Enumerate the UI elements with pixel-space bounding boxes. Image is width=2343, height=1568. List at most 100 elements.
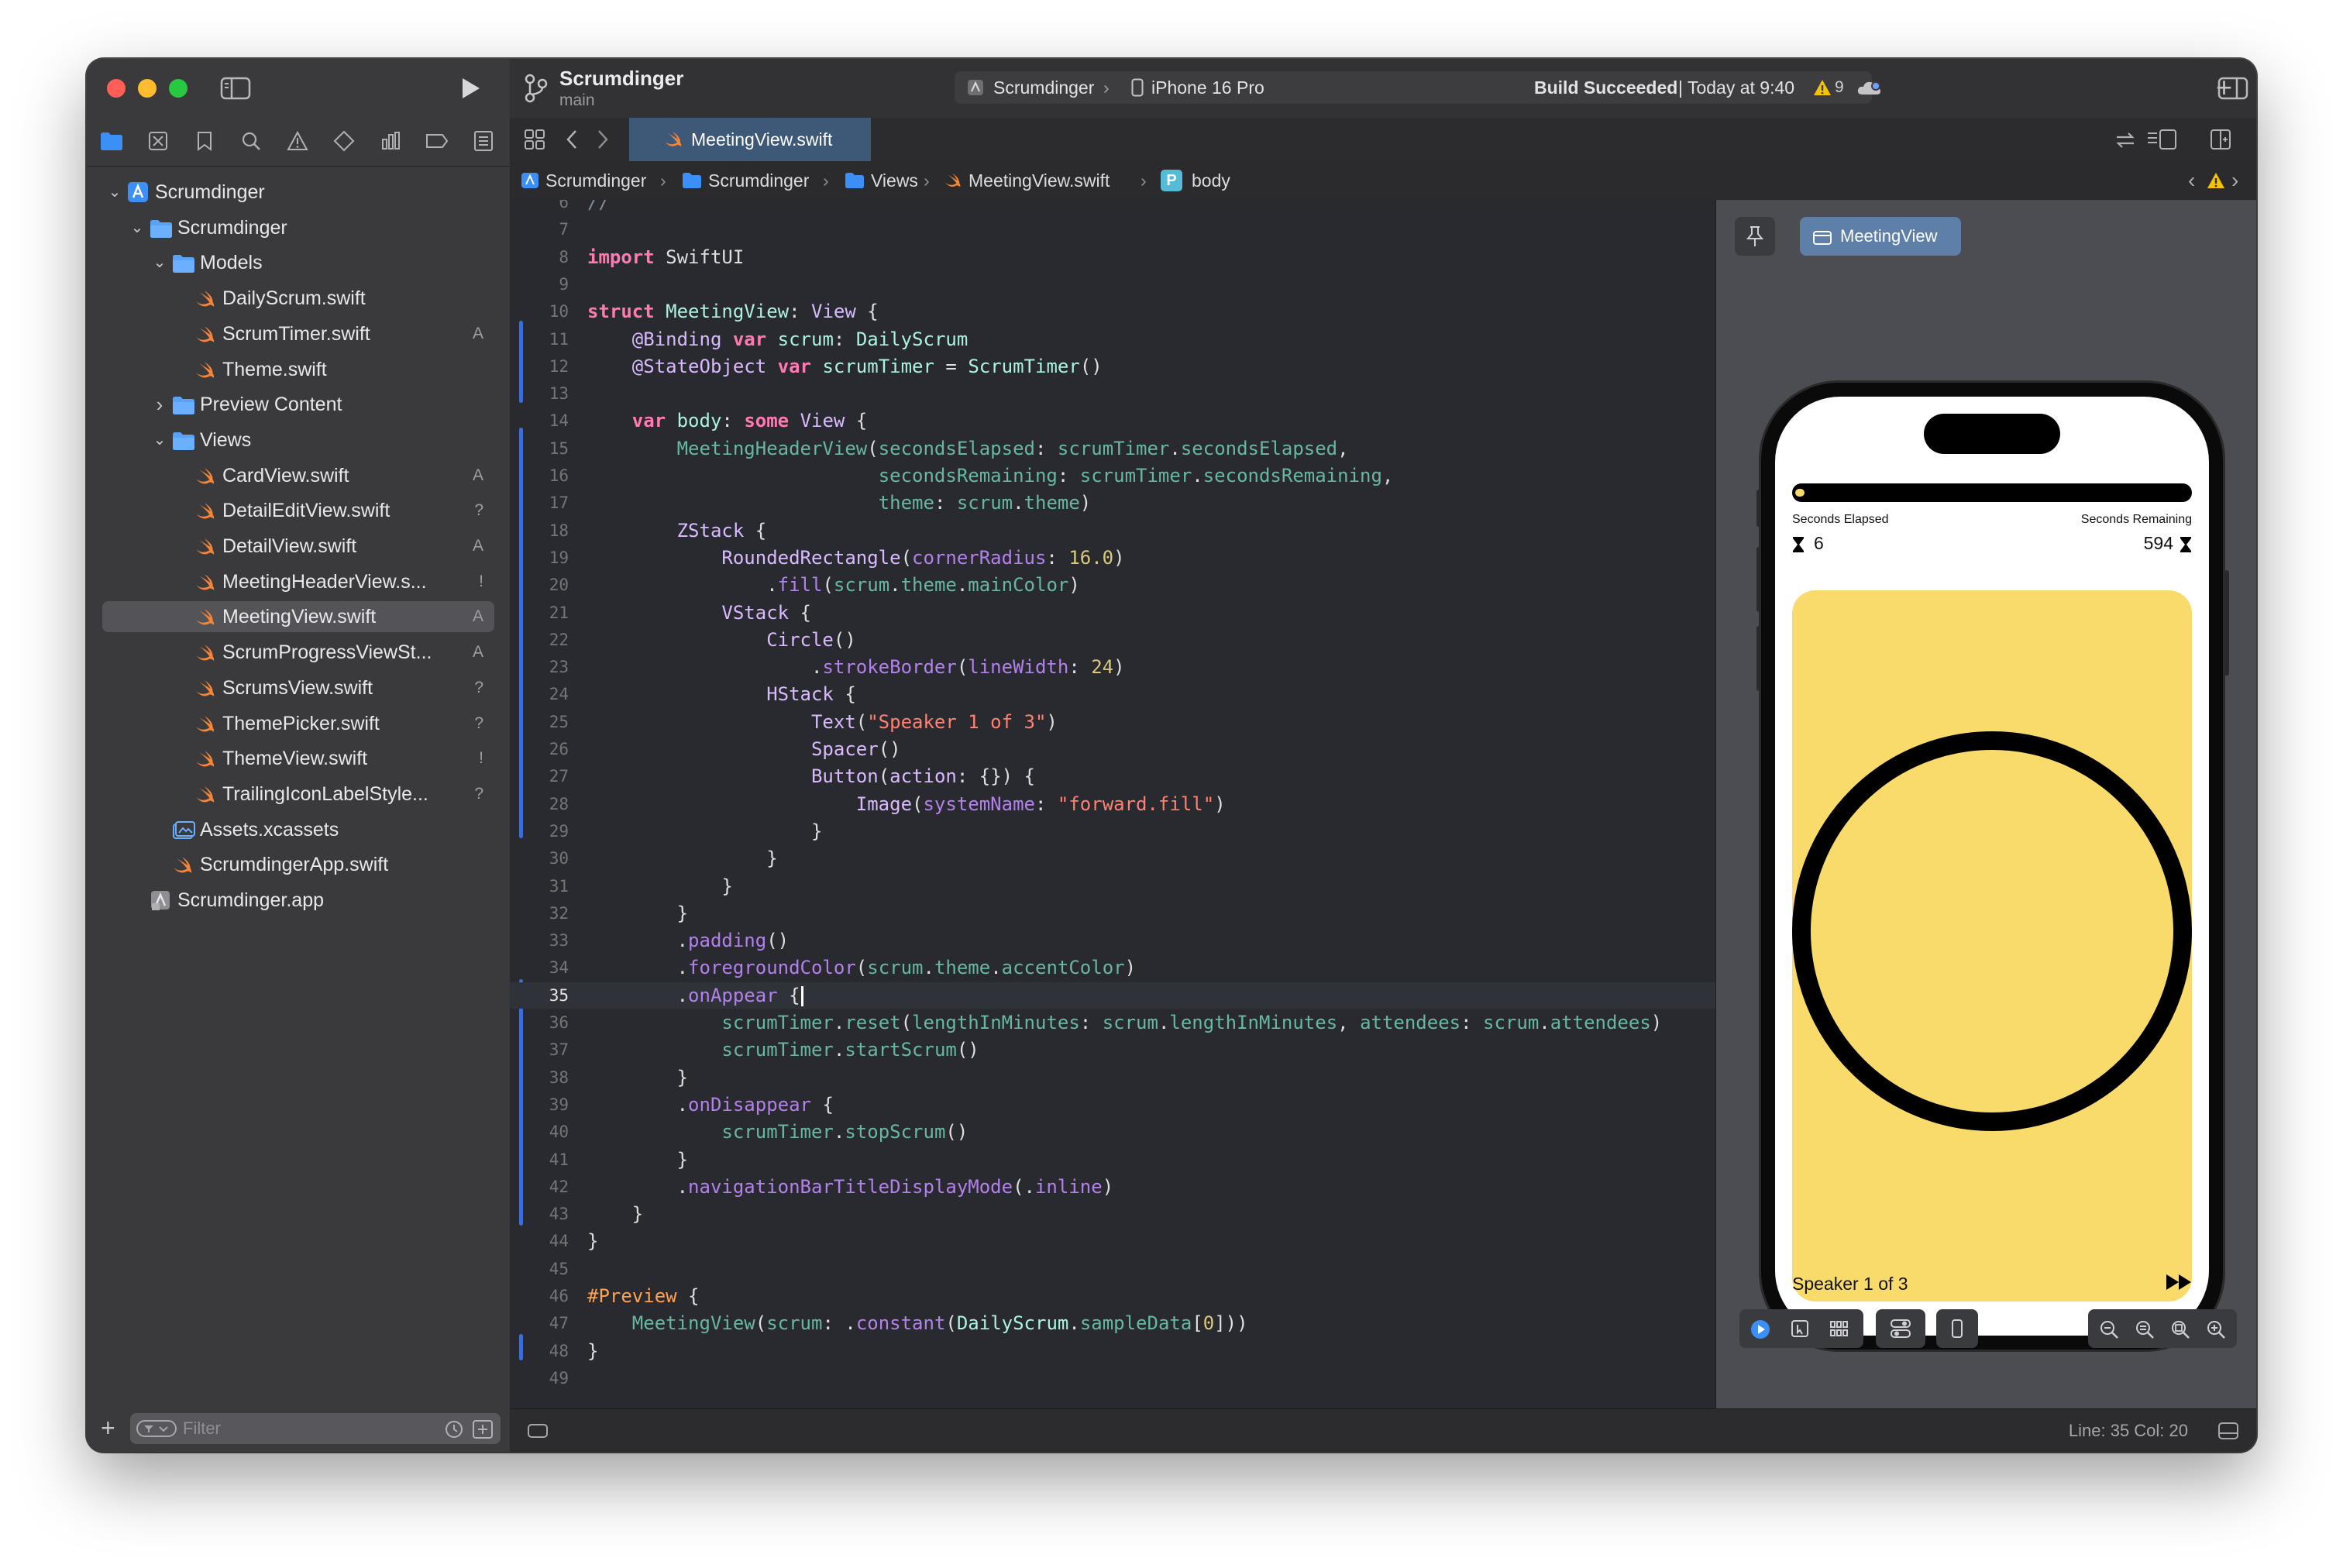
file-tree-row[interactable]: MeetingView.swift A [102,601,494,633]
zoom-to-fit-icon[interactable] [2170,1319,2190,1339]
code-line[interactable]: 9 [510,271,1715,297]
file-tree-row[interactable]: ScrumTimer.swift A [102,318,494,349]
code-line[interactable]: 38 } [510,1064,1715,1091]
close-window-button[interactable] [107,79,126,98]
file-tree-row[interactable]: ScrumProgressViewSt... A [102,637,494,668]
report-navigator-icon[interactable] [470,127,497,155]
issue-navigator-icon[interactable] [284,127,311,155]
file-tree-row[interactable]: Theme.swift [102,354,494,385]
code-line[interactable]: 11 @Binding var scrum: DailyScrum [510,326,1715,352]
code-line[interactable]: 10 struct MeetingView: View { [510,298,1715,325]
warning-count[interactable]: 9 [1835,71,1844,104]
tab-meetingview-swift[interactable]: MeetingView.swift [629,118,871,161]
code-line[interactable]: 17 theme: scrum.theme) [510,490,1715,516]
code-line[interactable]: 46 #Preview { [510,1283,1715,1309]
minimap-toggle-icon[interactable] [527,1423,549,1439]
test-navigator-icon[interactable] [330,127,358,155]
code-line[interactable]: 6 // [510,200,1715,215]
breadcrumb-item[interactable]: Views [871,161,918,200]
code-line[interactable]: 16 secondsRemaining: scrumTimer.secondsR… [510,462,1715,489]
code-line[interactable]: 35 .onAppear { [510,982,1715,1009]
selectable-mode-icon[interactable] [1791,1319,1809,1338]
related-items-icon[interactable] [524,129,545,150]
refresh-icon[interactable] [2114,130,2137,150]
branch-icon[interactable] [524,73,549,104]
live-preview-icon[interactable] [1750,1319,1770,1339]
code-line[interactable]: 31 } [510,873,1715,899]
code-line[interactable]: 24 HStack { [510,681,1715,707]
code-line[interactable]: 25 Text("Speaker 1 of 3") [510,709,1715,735]
breadcrumb-item[interactable]: MeetingView.swift [969,161,1110,200]
file-tree-row[interactable]: DetailView.swift A [102,531,494,562]
find-navigator-icon[interactable] [237,127,265,155]
code-line[interactable]: 45 [510,1256,1715,1282]
file-tree-row[interactable]: ⌄ Models [102,247,494,278]
code-line[interactable]: 20 .fill(scrum.theme.mainColor) [510,572,1715,598]
editor-options-icon[interactable] [2146,129,2177,150]
code-line[interactable]: 13 [510,380,1715,407]
canvas-settings-button[interactable] [1876,1309,1925,1348]
disclosure-chevron-down-icon[interactable]: ⌄ [105,177,124,208]
forward-chevron-icon[interactable] [595,129,611,150]
sidebar-toggle-icon[interactable] [220,76,251,101]
code-line[interactable]: 40 scrumTimer.stopScrum() [510,1119,1715,1145]
minimize-window-button[interactable] [138,79,157,98]
code-line[interactable]: 44} [510,1228,1715,1254]
file-tree-row[interactable]: ScrumsView.swift? [102,672,494,703]
add-file-icon[interactable]: + [101,1415,122,1440]
code-line[interactable]: 14 var body: some View { [510,407,1715,434]
file-tree-row[interactable]: DailyScrum.swift [102,283,494,314]
bookmark-navigator-icon[interactable] [191,127,218,155]
next-issue-icon[interactable]: › [2231,161,2238,200]
code-line[interactable]: 29 } [510,818,1715,844]
branch-name[interactable]: main [559,91,595,110]
file-tree-row[interactable]: ⌄ Scrumdinger [102,212,494,243]
code-line[interactable]: 41 } [510,1147,1715,1173]
code-line[interactable]: 12 @StateObject var scrumTimer = ScrumTi… [510,353,1715,380]
file-tree-row[interactable]: ThemePicker.swift? [102,708,494,739]
code-line[interactable]: 18 ZStack { [510,518,1715,544]
split-editor-icon[interactable] [2210,129,2231,150]
file-tree-row[interactable]: Assets.xcassets [102,814,494,845]
file-tree-row[interactable]: › Preview Content [102,389,494,420]
source-control-filter-icon[interactable] [473,1420,493,1439]
code-line[interactable]: 26 Spacer() [510,736,1715,762]
inspector-toggle-icon[interactable] [2217,76,2248,101]
disclosure-chevron-down-icon[interactable]: ⌄ [150,425,169,456]
filter-options-icon[interactable] [136,1420,177,1437]
file-tree-row[interactable]: ScrumdingerApp.swift [102,849,494,880]
file-tree-row[interactable]: Scrumdinger.app [102,885,494,916]
zoom-in-icon[interactable] [2206,1319,2226,1339]
code-line[interactable]: 43 } [510,1201,1715,1227]
disclosure-chevron-down-icon[interactable]: ⌄ [128,212,146,243]
destination-selector[interactable]: iPhone 16 Pro [1151,71,1264,104]
code-line[interactable]: 36 scrumTimer.reset(lengthInMinutes: scr… [510,1009,1715,1036]
file-tree-row[interactable]: CardView.swift A [102,460,494,491]
code-line[interactable]: 22 Circle() [510,627,1715,653]
code-line[interactable]: 21 VStack { [510,600,1715,626]
zoom-window-button[interactable] [169,79,188,98]
back-chevron-icon[interactable] [564,129,580,150]
breadcrumb-item[interactable]: Scrumdinger [708,161,809,200]
previous-issue-icon[interactable]: ‹ [2188,161,2195,200]
scheme-selector[interactable]: Scrumdinger [993,71,1094,104]
file-tree-row[interactable]: MeetingHeaderView.s...! [102,566,494,597]
variants-icon[interactable] [1829,1320,1848,1337]
debug-navigator-icon[interactable] [377,127,404,155]
source-control-navigator-icon[interactable] [144,127,172,155]
code-line[interactable]: 32 } [510,900,1715,927]
recent-files-icon[interactable] [445,1420,463,1439]
code-line[interactable]: 48} [510,1338,1715,1364]
zoom-actual-size-icon[interactable] [2135,1319,2155,1339]
code-line[interactable]: 27 Button(action: {}) { [510,763,1715,789]
file-tree-row[interactable]: ⌄ Scrumdinger [102,177,494,208]
code-line[interactable]: 8 import SwiftUI [510,244,1715,270]
code-line[interactable]: 47 MeetingView(scrum: .constant(DailyScr… [510,1310,1715,1336]
cloud-icon[interactable] [1856,79,1883,98]
phone-screen[interactable]: Seconds Elapsed 6 Seconds Remaining 594 … [1775,397,2209,1336]
preview-selector-meetingview[interactable]: MeetingView [1800,217,1961,256]
code-line[interactable]: 42 .navigationBarTitleDisplayMode(.inlin… [510,1174,1715,1200]
code-line[interactable]: 30 } [510,845,1715,872]
code-line[interactable]: 37 scrumTimer.startScrum() [510,1037,1715,1063]
code-line[interactable]: 49 [510,1365,1715,1391]
